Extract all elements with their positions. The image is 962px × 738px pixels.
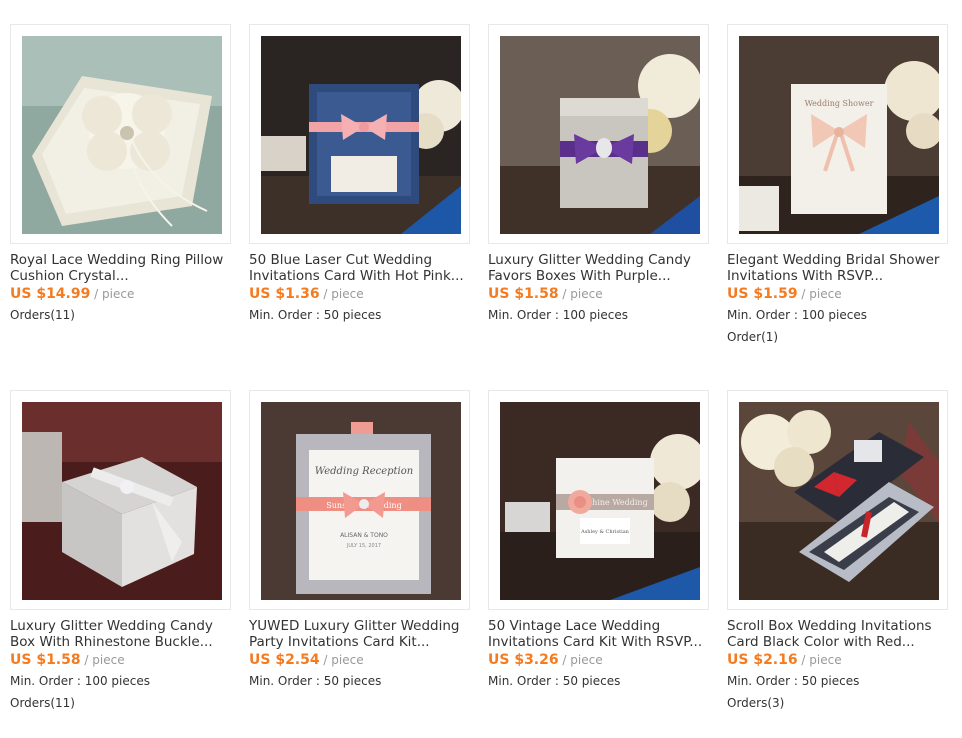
product-title-line-1[interactable]: Luxury Glitter Wedding Candy <box>488 252 713 268</box>
orders-count: Order(1) <box>727 330 779 344</box>
price-value: US $2.16 <box>727 652 798 668</box>
price-value: US $3.26 <box>488 652 559 668</box>
product-image[interactable] <box>22 402 222 600</box>
glitter-candy-box-image <box>500 36 700 234</box>
product-title-line-1[interactable]: Luxury Glitter Wedding Candy <box>10 618 235 634</box>
product-title[interactable]: Luxury Glitter Wedding Candy Box With Rh… <box>10 618 235 650</box>
product-image-frame[interactable] <box>10 24 231 244</box>
price-unit: / piece <box>558 287 603 301</box>
product-price: US $3.26 / piece <box>488 652 603 668</box>
scroll-box-invitation-image <box>739 402 939 600</box>
product-title-line-2[interactable]: Invitations With RSVP... <box>727 268 952 284</box>
image-names-text: ALISAN & TONO <box>340 532 388 539</box>
product-title-line-1[interactable]: Elegant Wedding Bridal Shower <box>727 252 952 268</box>
product-image-frame[interactable]: Wedding Shower <box>727 24 948 244</box>
vintage-lace-card-image: Sunshine Wedding Ashley & Christian <box>500 402 700 600</box>
product-title-line-2[interactable]: Box With Rhinestone Buckle... <box>10 634 235 650</box>
price-value: US $1.36 <box>249 286 320 302</box>
image-tag-text: Ashley & Christian <box>580 529 630 535</box>
product-title[interactable]: 50 Blue Laser Cut Wedding Invitations Ca… <box>249 252 474 284</box>
price-value: US $14.99 <box>10 286 91 302</box>
product-image-frame[interactable] <box>727 390 948 610</box>
product-price: US $14.99 / piece <box>10 286 134 302</box>
blue-laser-card-image <box>261 36 461 234</box>
product-price: US $1.58 / piece <box>488 286 603 302</box>
product-image[interactable] <box>500 36 700 234</box>
product-image[interactable]: Sunshine Wedding Ashley & Christian <box>500 402 700 600</box>
price-unit: / piece <box>80 653 125 667</box>
price-value: US $1.59 <box>727 286 798 302</box>
product-image-frame[interactable] <box>249 24 470 244</box>
min-order: Min. Order : 50 pieces <box>488 674 621 688</box>
product-title-line-1[interactable]: Scroll Box Wedding Invitations <box>727 618 952 634</box>
product-title-line-1[interactable]: 50 Vintage Lace Wedding <box>488 618 713 634</box>
product-title-line-1[interactable]: YUWED Luxury Glitter Wedding <box>249 618 474 634</box>
price-value: US $1.58 <box>10 652 81 668</box>
min-order: Min. Order : 100 pieces <box>488 308 628 322</box>
product-title-line-2[interactable]: Party Invitations Card Kit... <box>249 634 474 650</box>
orders-count: Orders(11) <box>10 308 75 322</box>
image-card-heading: Wedding Reception <box>315 466 413 477</box>
orders-count: Orders(3) <box>727 696 785 710</box>
rhinestone-candy-box-image <box>22 402 222 600</box>
product-image[interactable] <box>261 36 461 234</box>
product-image-frame[interactable] <box>10 390 231 610</box>
product-title-line-2[interactable]: Invitations Card With Hot Pink... <box>249 268 474 284</box>
product-title[interactable]: 50 Vintage Lace Wedding Invitations Card… <box>488 618 713 650</box>
price-unit: / piece <box>797 287 842 301</box>
price-unit: / piece <box>319 287 364 301</box>
min-order: Min. Order : 50 pieces <box>249 674 382 688</box>
product-title-line-1[interactable]: Royal Lace Wedding Ring Pillow <box>10 252 235 268</box>
min-order: Min. Order : 100 pieces <box>727 308 867 322</box>
product-price: US $1.36 / piece <box>249 286 364 302</box>
product-price: US $2.16 / piece <box>727 652 842 668</box>
product-price: US $1.58 / piece <box>10 652 125 668</box>
min-order: Min. Order : 50 pieces <box>249 308 382 322</box>
product-image-frame[interactable] <box>488 24 709 244</box>
image-date-text: JULY 15, 2017 <box>346 543 381 549</box>
product-title[interactable]: YUWED Luxury Glitter Wedding Party Invit… <box>249 618 474 650</box>
product-price: US $2.54 / piece <box>249 652 364 668</box>
product-title-line-2[interactable]: Favors Boxes With Purple... <box>488 268 713 284</box>
ring-pillow-image <box>22 36 222 234</box>
price-value: US $1.58 <box>488 286 559 302</box>
product-image[interactable]: Wedding Reception Sunshine Wedding ALISA… <box>261 402 461 600</box>
product-image[interactable] <box>22 36 222 234</box>
product-image-frame[interactable]: Wedding Reception Sunshine Wedding ALISA… <box>249 390 470 610</box>
product-title-line-2[interactable]: Cushion Crystal... <box>10 268 235 284</box>
product-title[interactable]: Elegant Wedding Bridal Shower Invitation… <box>727 252 952 284</box>
product-price: US $1.59 / piece <box>727 286 842 302</box>
orders-count: Orders(11) <box>10 696 75 710</box>
bridal-shower-invitation-image: Wedding Shower <box>739 36 939 234</box>
product-title-line-2[interactable]: Invitations Card Kit With RSVP... <box>488 634 713 650</box>
min-order: Min. Order : 100 pieces <box>10 674 150 688</box>
product-image-frame[interactable]: Sunshine Wedding Ashley & Christian <box>488 390 709 610</box>
price-value: US $2.54 <box>249 652 320 668</box>
product-image[interactable]: Wedding Shower <box>739 36 939 234</box>
product-title[interactable]: Royal Lace Wedding Ring Pillow Cushion C… <box>10 252 235 284</box>
price-unit: / piece <box>319 653 364 667</box>
product-title-line-1[interactable]: 50 Blue Laser Cut Wedding <box>249 252 474 268</box>
price-unit: / piece <box>797 653 842 667</box>
product-title-line-2[interactable]: Card Black Color with Red... <box>727 634 952 650</box>
product-image[interactable] <box>739 402 939 600</box>
price-unit: / piece <box>558 653 603 667</box>
product-title[interactable]: Luxury Glitter Wedding Candy Favors Boxe… <box>488 252 713 284</box>
product-title[interactable]: Scroll Box Wedding Invitations Card Blac… <box>727 618 952 650</box>
glitter-reception-card-image: Wedding Reception Sunshine Wedding ALISA… <box>261 402 461 600</box>
price-unit: / piece <box>90 287 135 301</box>
min-order: Min. Order : 50 pieces <box>727 674 860 688</box>
image-card-text: Wedding Shower <box>805 99 874 108</box>
